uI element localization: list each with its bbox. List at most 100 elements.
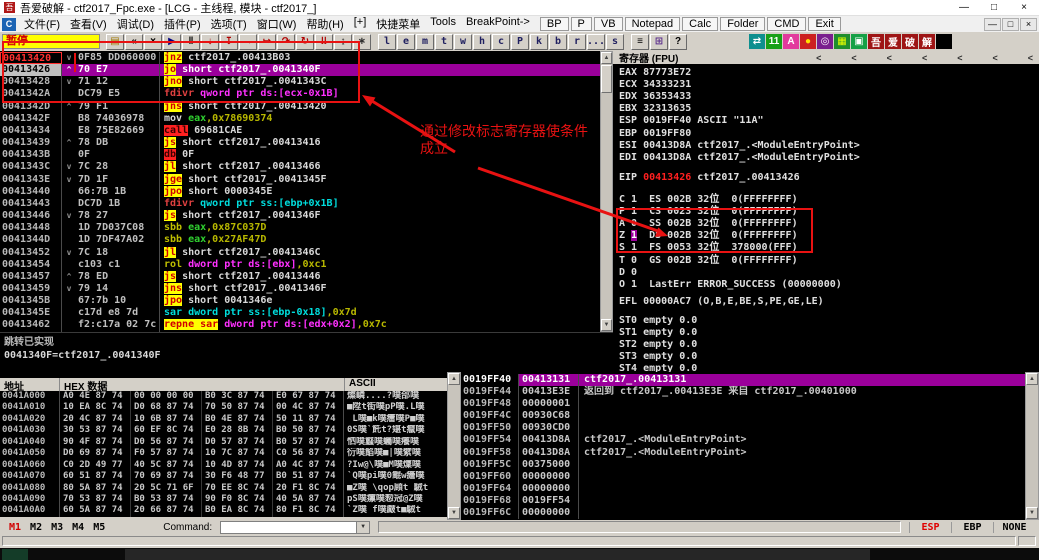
stack-row[interactable]: 0019FF4000413131ctf2017_.00413131 xyxy=(461,374,1025,386)
toolbar-plugin-icon[interactable]: ▦ xyxy=(834,34,850,49)
toolbar-option-button[interactable]: ⊞ xyxy=(650,34,668,50)
toolbar-window-button[interactable]: t xyxy=(435,34,453,50)
menu-plugin-button[interactable]: Calc xyxy=(682,17,718,31)
menu-plugin-button[interactable]: P xyxy=(571,17,592,31)
disasm-row[interactable]: 0041343B0Fdb 0F xyxy=(0,149,600,161)
toolbar-plugin-icon[interactable]: ▣ xyxy=(851,34,867,49)
dump-row[interactable]: 0041A03030 53 87 7460 EF 8C 74E0 28 8B 7… xyxy=(0,425,447,436)
command-combobox[interactable]: ▼ xyxy=(220,521,370,534)
disasm-row[interactable]: 00413434E8 75E82669call 69681CAE xyxy=(0,125,600,137)
collapse-chevron[interactable]: < xyxy=(887,53,892,63)
disasm-row[interactable]: 0041344066:7B 1Bjpo short 0000345E xyxy=(0,186,600,198)
stack-row[interactable]: 0019FF4800000001 xyxy=(461,398,1025,410)
toolbar-plugin-icon[interactable]: 爱 xyxy=(885,34,901,49)
minimize-button[interactable]: — xyxy=(949,0,979,16)
menu-plugin-button[interactable]: BP xyxy=(540,17,569,31)
menu-item[interactable]: 选项(T) xyxy=(206,16,252,32)
restore-button[interactable]: □ xyxy=(979,0,1009,16)
disasm-row[interactable]: 00413457^78 EDjs short ctf2017_.00413446 xyxy=(0,271,600,283)
stack-scrollbar[interactable]: ▲ ▼ xyxy=(1025,372,1039,520)
disasm-row[interactable]: 0041345B67:7b 10jpo short 0041346e xyxy=(0,295,600,307)
scroll-up-arrow[interactable]: ▲ xyxy=(448,373,460,385)
toolbar-window-button[interactable]: b xyxy=(549,34,567,50)
menu-item[interactable]: [+] xyxy=(349,16,372,32)
menu-plugin-button[interactable]: Notepad xyxy=(625,17,681,31)
disasm-row[interactable]: 0041343Ev7D 1Fjge short ctf2017_.0041345… xyxy=(0,174,600,186)
toolbar-plugin-icon[interactable]: 解 xyxy=(919,34,935,49)
mdi-restore-button[interactable]: □ xyxy=(1002,18,1019,31)
stack-row[interactable]: 0019FF4400413E3E返回到 ctf2017_.00413E3E 来自… xyxy=(461,386,1025,398)
toolbar-window-button[interactable]: w xyxy=(454,34,472,50)
disasm-row[interactable]: 004134481D 7D037C08sbb eax,0x87C037D xyxy=(0,222,600,234)
dump-row[interactable]: 0041A09070 53 87 74B0 53 87 7490 F0 8C 7… xyxy=(0,494,447,505)
dump-row[interactable]: 0041A050D0 69 87 74F0 57 87 7410 7C 87 7… xyxy=(0,448,447,459)
menu-item[interactable]: BreakPoint-> xyxy=(461,16,535,32)
collapse-chevron[interactable]: < xyxy=(957,53,962,63)
disasm-row[interactable]: 00413459v79 14jns short ctf2017_.0041346… xyxy=(0,283,600,295)
menu-plugin-button[interactable]: VB xyxy=(594,17,623,31)
toolbar-button[interactable]: ↷ xyxy=(277,34,295,50)
command-input[interactable] xyxy=(221,522,356,533)
cpu-window-icon[interactable]: C xyxy=(2,18,16,31)
disasm-row[interactable]: 00413428v71 12jno short ctf2017_.0041343… xyxy=(0,76,600,88)
dump-row[interactable]: 0041A08080 5A 87 7420 5C 71 6F70 EE 8C 7… xyxy=(0,483,447,494)
toolbar-button[interactable]: ↦ xyxy=(258,34,276,50)
scroll-up-arrow[interactable]: ▲ xyxy=(601,52,612,64)
memory-tab-m5[interactable]: M5 xyxy=(93,522,105,533)
status-esp[interactable]: ESP xyxy=(909,522,951,533)
scroll-down-arrow[interactable]: ▼ xyxy=(448,507,460,519)
disasm-row[interactable]: 0041342D^79 F1jns short ctf2017_.0041342… xyxy=(0,101,600,113)
menu-plugin-button[interactable]: Folder xyxy=(720,17,765,31)
toolbar-window-button[interactable]: l xyxy=(378,34,396,50)
toolbar-button[interactable]: ‖ xyxy=(182,34,200,50)
toolbar-button[interactable]: ↻ xyxy=(296,34,314,50)
stack-row[interactable]: 0019FF5400413D8Actf2017_.<ModuleEntryPoi… xyxy=(461,434,1025,446)
collapse-chevron[interactable]: < xyxy=(851,53,856,63)
toolbar-button[interactable]: → xyxy=(239,34,257,50)
dump-stack-scrollbar[interactable]: ▲ ▼ xyxy=(447,372,461,520)
toolbar-button[interactable]: « xyxy=(125,34,143,50)
dump-row[interactable]: 0041A02020 4C 87 7410 6B 87 74B0 4E 87 7… xyxy=(0,414,447,425)
stack-row[interactable]: 0019FF6C00000000 xyxy=(461,507,1025,519)
stack-row[interactable]: 0019FF4C00930C68 xyxy=(461,410,1025,422)
menu-item[interactable]: 查看(V) xyxy=(65,16,112,32)
toolbar-button[interactable]: ↨ xyxy=(334,34,352,50)
toolbar-plugin-icon[interactable]: A xyxy=(783,34,799,49)
toolbar-plugin-icon[interactable]: ⇄ xyxy=(749,34,765,49)
disasm-row[interactable]: 00413462f2:c17a 02 7crepne sar dword ptr… xyxy=(0,319,600,331)
disasm-row[interactable]: 0041342FB8 74036978mov eax,0x78690374 xyxy=(0,113,600,125)
menu-item[interactable]: 文件(F) xyxy=(19,16,65,32)
toolbar-button[interactable]: × xyxy=(144,34,162,50)
toolbar-button[interactable]: ↓ xyxy=(201,34,219,50)
close-button[interactable]: × xyxy=(1009,0,1039,16)
stack-row[interactable]: 0019FF5800413D8Actf2017_.<ModuleEntryPoi… xyxy=(461,447,1025,459)
collapse-chevron[interactable]: < xyxy=(816,53,821,63)
dump-row[interactable]: 0041A060C0 2D 49 7740 5C 87 7410 4D 87 7… xyxy=(0,460,447,471)
menu-plugin-button[interactable]: CMD xyxy=(767,17,806,31)
stack-row[interactable]: 0019FF680019FF54 xyxy=(461,495,1025,507)
toolbar-window-button[interactable]: c xyxy=(492,34,510,50)
disasm-row[interactable]: 00413443DC7D 1Bfdivr qword ptr ss:[ebp+0… xyxy=(0,198,600,210)
dump-row[interactable]: 0041A04090 4F 87 74D0 56 87 74D0 57 87 7… xyxy=(0,437,447,448)
stack-row[interactable]: 0019FF5C00375000 xyxy=(461,459,1025,471)
menu-item[interactable]: 窗口(W) xyxy=(252,16,302,32)
mdi-minimize-button[interactable]: — xyxy=(984,18,1001,31)
memory-tab-m1[interactable]: M1 xyxy=(9,522,21,533)
menu-plugin-button[interactable]: Exit xyxy=(808,17,840,31)
disasm-row[interactable]: 0041343Cv7C 28jl short ctf2017_.00413466 xyxy=(0,161,600,173)
toolbar-option-button[interactable]: ≡ xyxy=(631,34,649,50)
toolbar-plugin-icon[interactable] xyxy=(936,34,952,49)
dump-row[interactable]: 0041A07060 51 87 7470 69 87 7430 F6 48 7… xyxy=(0,471,447,482)
toolbar-window-button[interactable]: r xyxy=(568,34,586,50)
toolbar-plugin-icon[interactable]: ● xyxy=(800,34,816,49)
toolbar-window-button[interactable]: ... xyxy=(587,34,605,50)
scroll-up-arrow[interactable]: ▲ xyxy=(1026,373,1038,385)
status-ebp[interactable]: EBP xyxy=(951,522,993,533)
disasm-row[interactable]: 0041344D1D 7DF47A02sbb eax,0x27AF47D xyxy=(0,234,600,246)
toolbar-plugin-icon[interactable]: 吾 xyxy=(868,34,884,49)
collapse-chevron[interactable]: < xyxy=(1028,53,1033,63)
menu-item[interactable]: 快捷菜单 xyxy=(371,16,425,32)
dump-row[interactable]: 0041A000A0 4E 87 7400 00 00 00B0 3C 87 7… xyxy=(0,391,447,402)
toolbar-option-button[interactable]: ? xyxy=(669,34,687,50)
menu-item[interactable]: 帮助(H) xyxy=(301,16,348,32)
